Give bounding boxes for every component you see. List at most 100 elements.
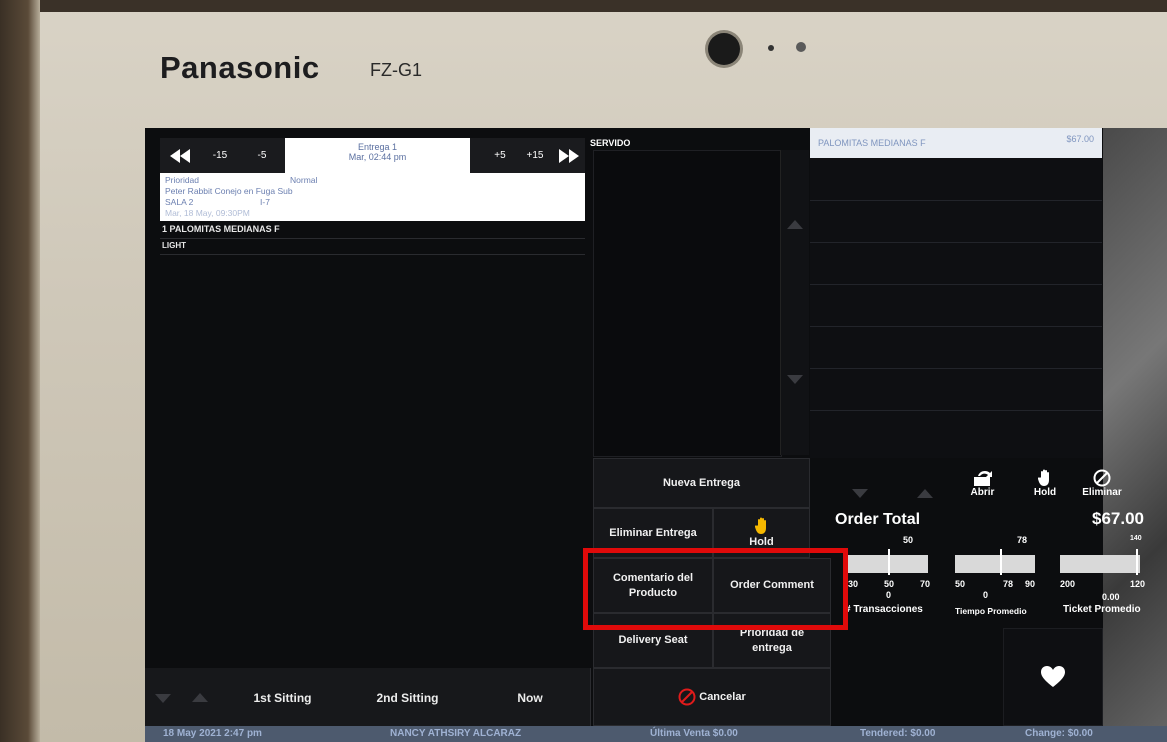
divider <box>160 254 585 255</box>
priority-label: Prioridad <box>165 175 200 185</box>
gauge-value: 0.00 <box>1102 592 1120 602</box>
minus-5-button[interactable]: -5 <box>242 138 282 173</box>
gauge-bar <box>1060 555 1140 573</box>
gauge-value: 0 <box>886 590 892 600</box>
gauge-max: 70 <box>920 579 931 589</box>
gauge-target: 140 <box>1130 535 1142 542</box>
double-left-arrow-icon <box>170 148 190 163</box>
servido-scrollbar[interactable] <box>780 150 809 455</box>
delivery-seat-label: Delivery Seat <box>618 634 688 647</box>
status-user: NANCY ATHSIRY ALCARAZ <box>390 728 522 739</box>
gauge-target-tick <box>1000 549 1002 575</box>
gauge-min: 200 <box>1060 579 1076 589</box>
movie-title: Peter Rabbit Conejo en Fuga Sub <box>165 186 293 196</box>
eliminar-entrega-label: Eliminar Entrega <box>609 526 697 539</box>
down-arrow-icon <box>787 375 803 384</box>
hold-item-button[interactable]: Hold <box>1025 458 1065 502</box>
prohibited-icon <box>1093 469 1111 487</box>
ticket-row-line <box>810 284 1102 285</box>
open-drawer-icon <box>973 471 992 486</box>
camera-icon <box>708 33 740 65</box>
entrega-time-box: Entrega 1 Mar, 02:44 pm <box>285 138 470 173</box>
hold-item-label: Hold <box>1033 487 1057 498</box>
device-top-edge <box>0 0 1167 12</box>
room-label: SALA 2 <box>165 197 194 207</box>
gauge-label: # Transacciones <box>845 604 923 615</box>
ticket-scroll-down-button[interactable] <box>840 458 880 502</box>
screen-glare <box>1103 128 1167 742</box>
order-total-value: $67.00 <box>1092 509 1144 528</box>
plus-5-button[interactable]: +5 <box>485 138 515 173</box>
minus-15-button[interactable]: -15 <box>200 138 240 173</box>
order-item[interactable]: 1 PALOMITAS MEDIANAS F <box>162 224 280 234</box>
gauge-target-tick <box>1136 549 1138 575</box>
abrir-button[interactable]: Abrir <box>960 458 1005 502</box>
hold-label: Hold <box>749 535 774 548</box>
priority-value: Normal <box>290 175 318 185</box>
gauge-label: Tiempo Promedio <box>955 606 1027 616</box>
plus-15-button[interactable]: +15 <box>520 138 550 173</box>
entrega-title: Entrega 1 <box>357 142 398 152</box>
cancelar-label: Cancelar <box>699 690 746 703</box>
forward-button[interactable] <box>552 138 585 173</box>
1st-sitting-button[interactable]: 1st Sitting <box>220 668 346 728</box>
sensor-dot <box>796 42 806 52</box>
gauge-target: 50 <box>903 535 914 545</box>
status-datetime: 18 May 2021 2:47 pm <box>163 728 262 739</box>
gauge-max: 90 <box>1025 579 1036 589</box>
2nd-sitting-button[interactable]: 2nd Sitting <box>345 668 471 728</box>
down-arrow-icon <box>155 694 171 703</box>
status-change: Change: $0.00 <box>1025 728 1093 739</box>
cancel-icon <box>678 688 696 706</box>
entrega-time: Mar, 02:44 pm <box>348 152 407 162</box>
gauge-label: Ticket Promedio <box>1063 604 1141 615</box>
prioridad-entrega-label: Prioridad de entrega <box>739 627 805 654</box>
now-button[interactable]: Now <box>470 668 591 728</box>
ticket-item-row[interactable]: PALOMITAS MEDIANAS F $67.00 <box>810 128 1102 158</box>
ticket-row-line <box>810 242 1102 243</box>
gauge-max: 120 <box>1130 579 1146 589</box>
seat-label: I-7 <box>260 197 270 207</box>
ticket-row-line <box>810 410 1102 411</box>
gauge-value: 0 <box>983 590 989 600</box>
status-bar: 18 May 2021 2:47 pm NANCY ATHSIRY ALCARA… <box>145 726 1167 742</box>
scroll-down-button[interactable] <box>145 668 181 728</box>
item-modifier: LIGHT <box>162 241 186 250</box>
gauge-min: 50 <box>955 579 966 589</box>
ticket-list[interactable] <box>810 158 1102 458</box>
tablet-device: Panasonic FZ-G1 -15 -5 +5 +15 Entrega 1 … <box>0 0 1167 742</box>
eliminar-item-label: Eliminar <box>1082 487 1122 498</box>
up-arrow-icon <box>787 220 803 229</box>
hand-icon <box>1038 469 1049 486</box>
scroll-up-button[interactable] <box>180 668 221 728</box>
gauge-min: 30 <box>848 579 859 589</box>
cancelar-button[interactable]: Cancelar <box>593 668 831 726</box>
hand-icon <box>754 517 766 534</box>
model-label: FZ-G1 <box>370 60 422 80</box>
servido-header: SERVIDO <box>590 138 631 148</box>
nueva-entrega-button[interactable]: Nueva Entrega <box>593 458 810 508</box>
ticket-row-line <box>810 200 1102 201</box>
double-right-arrow-icon <box>558 148 579 163</box>
order-card[interactable]: Prioridad Normal Peter Rabbit Conejo en … <box>160 173 585 221</box>
sensor-dot <box>768 45 774 51</box>
gauge-mid: 50 <box>884 579 895 589</box>
favorite-button[interactable] <box>1003 628 1103 726</box>
gauge-target: 78 <box>1017 535 1028 545</box>
servido-list[interactable] <box>593 150 782 457</box>
nueva-entrega-label: Nueva Entrega <box>662 476 741 489</box>
transacciones-gauge: 50 30 50 70 0 # Transacciones <box>845 533 938 623</box>
ticket-item-price: $67.00 <box>1066 134 1094 144</box>
down-arrow-icon <box>852 489 868 498</box>
ticket-scroll-up-button[interactable] <box>905 458 945 502</box>
ticket-row-line <box>810 326 1102 327</box>
brand-logo: Panasonic <box>160 50 320 85</box>
ticket-item-name: PALOMITAS MEDIANAS F <box>818 138 926 148</box>
gauge-bar <box>955 555 1035 573</box>
order-total-label: Order Total <box>835 511 921 528</box>
ticket-gauge: 140 200 120 0.00 Ticket Promedio <box>1060 533 1150 623</box>
rewind-button[interactable] <box>160 138 200 173</box>
eliminar-item-button[interactable]: Eliminar <box>1077 458 1127 502</box>
up-arrow-icon <box>917 489 933 498</box>
status-last-sale: Última Venta $0.00 <box>650 728 738 739</box>
